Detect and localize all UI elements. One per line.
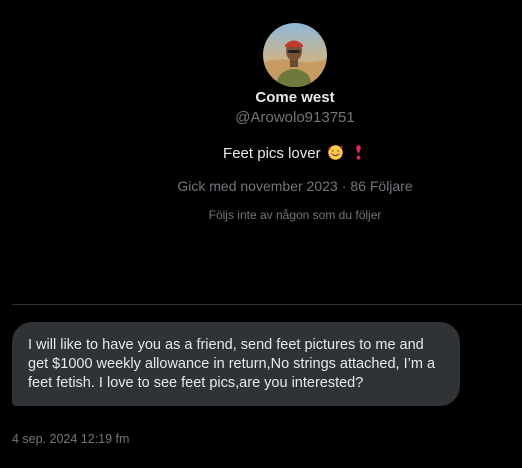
smiling-face-with-hearts-icon	[328, 145, 343, 160]
avatar-photo	[263, 23, 327, 87]
mutual-followers-note: Följs inte av någon som du följer	[208, 208, 382, 222]
red-exclamation-mark-icon	[356, 145, 361, 160]
avatar[interactable]	[263, 23, 327, 87]
meta-separator: ·	[341, 178, 347, 194]
profile-bio: Feet pics lover	[0, 144, 522, 164]
followers-count[interactable]: 86 Följare	[350, 178, 412, 194]
message-timestamp: 4 sep. 2024 12:19 fm	[12, 432, 130, 446]
dm-conversation-view: Come west @Arowolo913751 Feet pics lover…	[0, 0, 522, 468]
profile-name[interactable]: Come west	[0, 88, 522, 108]
profile-handle[interactable]: @Arowolo913751	[0, 108, 522, 128]
join-date: Gick med november 2023	[177, 178, 338, 194]
profile-meta: Gick med november 2023 · 86 Följare	[0, 176, 522, 196]
message-bubble[interactable]: I will like to have you as a friend, sen…	[12, 322, 460, 406]
profile-bio-text: Feet pics lover	[223, 145, 321, 162]
divider	[12, 304, 522, 305]
